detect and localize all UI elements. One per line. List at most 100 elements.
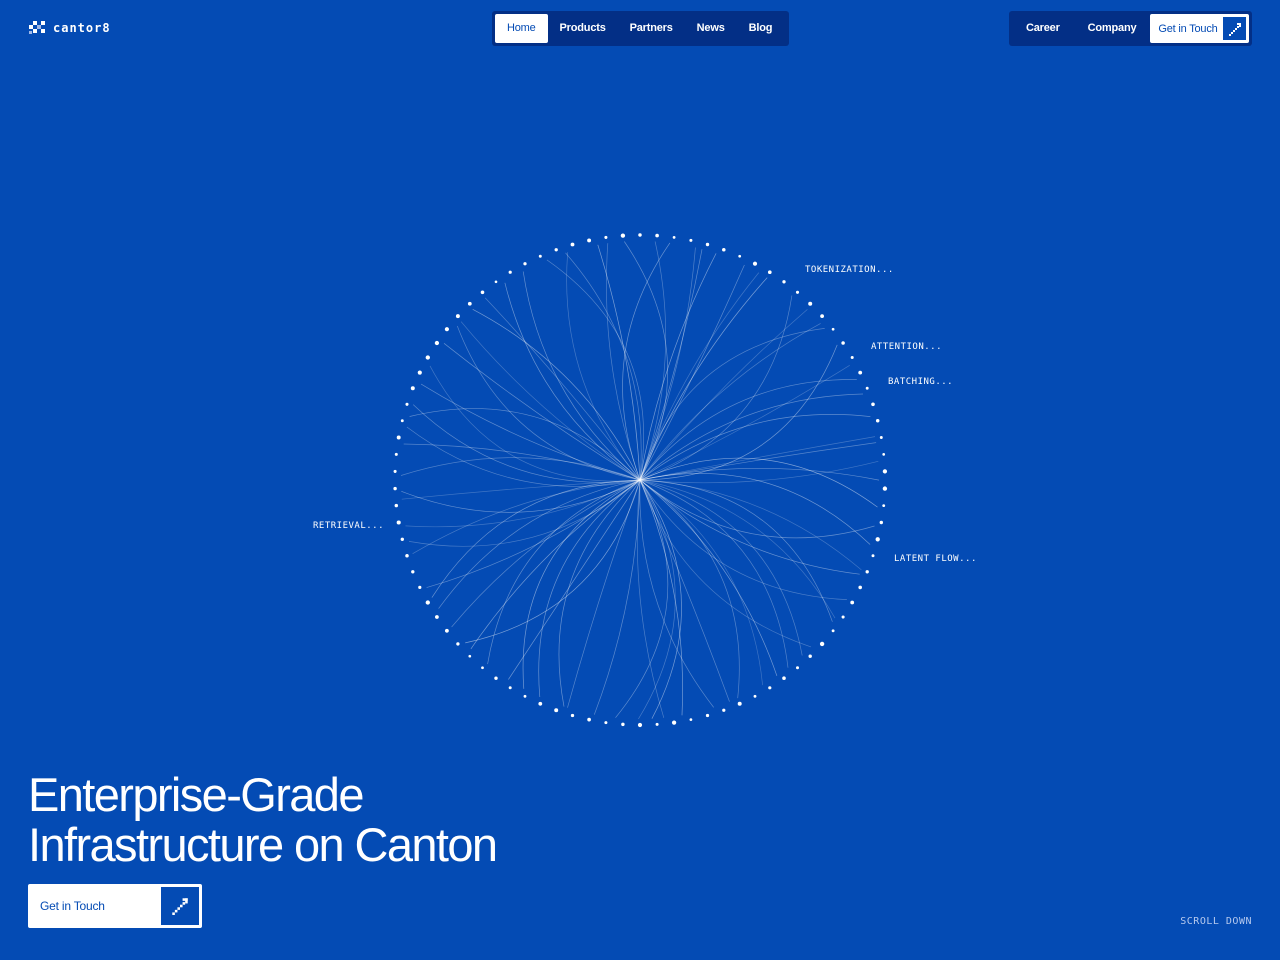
ring-dot: [705, 242, 710, 247]
ring-dot: [444, 327, 449, 332]
network-curve: [639, 479, 812, 648]
ring-dot: [468, 654, 472, 658]
ring-dot: [871, 402, 875, 407]
network-curve: [405, 479, 641, 528]
hero-headline: Enterprise-Grade Infrastructure on Canto…: [28, 768, 498, 870]
secondary-nav: Career Company Get in Touch: [1009, 11, 1252, 46]
ring-dot: [455, 314, 460, 319]
network-curve: [409, 408, 641, 481]
ring-dot: [841, 615, 845, 619]
network-curve: [639, 393, 864, 481]
ring-dot: [722, 708, 726, 712]
viz-label-latent-flow: LATENT FLOW...: [894, 554, 977, 564]
ring-dot: [405, 402, 409, 406]
ring-dot: [444, 628, 449, 633]
network-curve: [639, 479, 836, 619]
ring-dot: [638, 233, 642, 237]
network-curve: [639, 479, 833, 622]
hero-headline-line-1: Enterprise-Grade: [28, 768, 364, 821]
ring-dot: [782, 676, 786, 680]
ring-dot: [705, 713, 710, 718]
network-curve: [639, 309, 808, 481]
nav-cta-label: Get in Touch: [1158, 22, 1218, 35]
network-curve: [639, 344, 838, 481]
network-curve: [538, 479, 641, 698]
nav-news[interactable]: News: [685, 14, 737, 43]
brand-logo[interactable]: cantor8: [29, 19, 111, 37]
network-curve: [639, 479, 789, 668]
nav-products[interactable]: Products: [548, 14, 618, 43]
network-curve: [639, 473, 871, 545]
network-curve: [420, 383, 641, 481]
network-visualization: [393, 233, 888, 728]
ring-dot: [808, 654, 812, 658]
ring-dot: [875, 537, 880, 542]
network-curve: [638, 479, 676, 720]
network-curve: [639, 247, 696, 481]
network-curve: [567, 479, 641, 708]
network-curve: [639, 295, 793, 481]
arrow-up-right-icon: [161, 887, 199, 925]
network-curve: [546, 259, 644, 481]
network-curve: [451, 479, 641, 628]
network-curve: [639, 253, 717, 481]
ring-dot: [435, 615, 439, 619]
network-curve: [639, 277, 768, 481]
ring-dot: [879, 436, 883, 439]
network-curve: [406, 426, 641, 487]
network-curve: [639, 365, 850, 481]
ring-dot: [637, 722, 643, 728]
network-curve: [558, 479, 641, 707]
ring-dot: [871, 554, 875, 558]
network-curve: [429, 365, 641, 482]
network-curve: [522, 271, 641, 481]
ring-dot: [752, 261, 758, 266]
ring-dot: [858, 370, 863, 375]
ring-dot: [417, 370, 422, 375]
ring-dot: [554, 708, 559, 713]
network-curve: [639, 414, 871, 481]
network-curve: [639, 272, 760, 481]
ring-dot: [795, 666, 800, 670]
nav-career[interactable]: Career: [1012, 14, 1074, 43]
nav-blog[interactable]: Blog: [737, 14, 785, 43]
hero-get-in-touch-button[interactable]: Get in Touch: [28, 884, 202, 928]
ring-dot: [425, 600, 430, 605]
nav-partners[interactable]: Partners: [618, 14, 685, 43]
ring-dot: [538, 701, 543, 706]
network-ring-dots: [393, 233, 888, 728]
nav-home[interactable]: Home: [495, 14, 548, 43]
ring-dot: [850, 600, 855, 605]
network-curve: [443, 343, 641, 481]
brand-name: cantor8: [53, 21, 111, 35]
network-curve: [639, 479, 803, 656]
ring-dot: [795, 290, 800, 294]
arrow-up-right-icon: [1223, 17, 1246, 40]
nav-get-in-touch-button[interactable]: Get in Touch: [1150, 14, 1249, 43]
network-curve: [412, 404, 641, 483]
network-curve: [438, 479, 641, 609]
ring-dot: [604, 721, 608, 725]
ring-dot: [393, 469, 397, 473]
ring-dot: [831, 629, 835, 633]
network-curve: [639, 241, 667, 481]
ring-dot: [808, 301, 813, 306]
network-curve: [401, 479, 641, 513]
network-curves: [400, 241, 880, 720]
ring-dot: [858, 585, 862, 590]
ring-dot: [753, 694, 757, 698]
ring-dot: [672, 236, 676, 239]
ring-dot: [425, 355, 430, 360]
ring-dot: [494, 280, 498, 284]
ring-dot: [587, 238, 592, 243]
ring-dot: [737, 701, 742, 706]
main-nav: Home Products Partners News Blog: [492, 11, 789, 46]
nav-company[interactable]: Company: [1074, 14, 1151, 43]
hero-cta-label: Get in Touch: [40, 899, 105, 913]
network-curve: [597, 244, 641, 481]
network-curve: [408, 479, 641, 547]
network-curve: [470, 479, 641, 650]
network-curve: [522, 479, 641, 689]
ring-dot: [768, 686, 772, 690]
ring-dot: [587, 717, 591, 722]
